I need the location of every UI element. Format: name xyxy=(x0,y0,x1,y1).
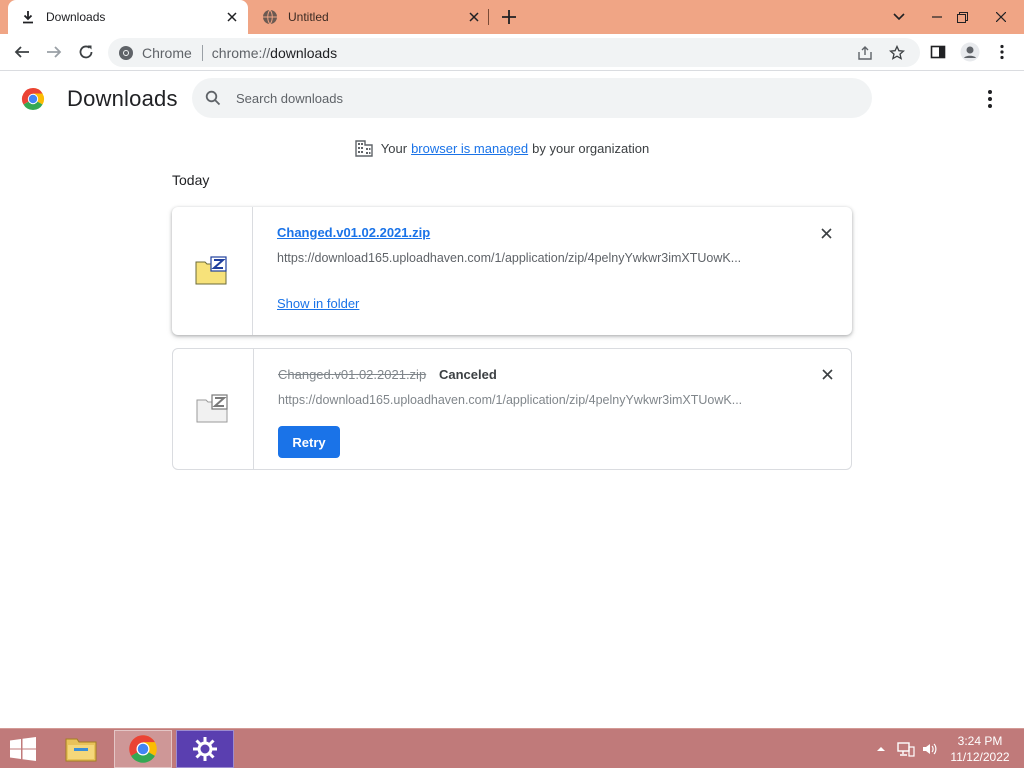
chrome-logo-icon xyxy=(21,87,45,111)
volume-icon[interactable] xyxy=(921,729,939,768)
system-clock[interactable]: 3:24 PM 11/12/2022 xyxy=(940,733,1020,765)
search-box[interactable] xyxy=(192,78,872,118)
search-icon xyxy=(204,89,222,107)
clock-time: 3:24 PM xyxy=(957,734,1003,748)
file-icon-column xyxy=(172,207,253,335)
search-input[interactable] xyxy=(236,90,836,106)
tab-title: Untitled xyxy=(288,10,329,24)
more-actions-icon[interactable] xyxy=(978,87,1002,111)
show-hidden-icons-chevron-up-icon[interactable] xyxy=(876,729,886,768)
file-explorer-icon xyxy=(65,738,97,762)
download-status-label: Canceled xyxy=(439,367,497,382)
url-scheme: chrome:// xyxy=(211,44,271,61)
tab-downloads[interactable]: Downloads xyxy=(8,0,248,34)
chrome-icon xyxy=(129,735,157,763)
restore-button[interactable] xyxy=(945,0,979,34)
download-file-name: Changed.v01.02.2021.zip xyxy=(278,367,427,382)
settings-icon xyxy=(193,737,217,761)
url-host: downloads xyxy=(270,44,338,61)
taskbar-file-explorer[interactable] xyxy=(52,730,110,768)
site-chip-label: Chrome xyxy=(142,44,192,61)
chrome-site-icon xyxy=(118,45,134,61)
download-item: Changed.v01.02.2021.zip https://download… xyxy=(172,207,852,335)
tab-strip: Downloads Untitled xyxy=(0,0,1024,34)
tab-title: Downloads xyxy=(46,10,106,24)
managed-notice: Your browser is managed by your organiza… xyxy=(0,139,1024,157)
close-window-button[interactable] xyxy=(984,0,1018,34)
browser-menu-icon[interactable] xyxy=(988,38,1016,66)
managed-suffix: by your organization xyxy=(532,140,650,156)
omnibox-divider xyxy=(201,44,203,61)
tab-close-icon[interactable] xyxy=(222,7,242,27)
globe-icon xyxy=(262,9,278,25)
tab-search-chevron-down-icon[interactable] xyxy=(882,0,916,34)
download-icon xyxy=(20,9,36,25)
back-button[interactable] xyxy=(8,38,36,66)
url-text[interactable]: chrome://downloads xyxy=(212,45,337,61)
profile-avatar-icon[interactable] xyxy=(956,38,984,66)
forward-button[interactable] xyxy=(40,38,68,66)
bookmark-star-icon[interactable] xyxy=(888,44,906,62)
share-icon[interactable] xyxy=(856,44,874,62)
download-source-url: https://download165.uploadhaven.com/1/ap… xyxy=(277,251,742,265)
windows-start-icon[interactable] xyxy=(8,737,38,761)
downloads-header: Downloads xyxy=(0,71,1024,127)
side-panel-icon[interactable] xyxy=(924,38,952,66)
browser-managed-link[interactable]: browser is managed xyxy=(411,141,528,156)
tab-close-icon[interactable] xyxy=(464,7,484,27)
download-file-link[interactable]: Changed.v01.02.2021.zip xyxy=(277,225,430,240)
date-group-label: Today xyxy=(172,172,210,188)
reload-button[interactable] xyxy=(72,38,100,66)
page-title: Downloads xyxy=(67,86,178,111)
browser-toolbar: Chrome chrome://downloads xyxy=(0,34,1024,71)
show-in-folder-link[interactable]: Show in folder xyxy=(277,296,359,311)
new-tab-button[interactable] xyxy=(497,5,521,29)
tab-untitled[interactable]: Untitled xyxy=(250,0,490,34)
taskbar-chrome[interactable] xyxy=(114,730,172,768)
clock-date: 11/12/2022 xyxy=(950,750,1010,764)
file-icon-column xyxy=(173,349,254,469)
managed-prefix: Your xyxy=(380,140,408,156)
download-item: Changed.v01.02.2021.zip Canceled https:/… xyxy=(172,348,852,470)
retry-button[interactable]: Retry xyxy=(278,426,340,458)
remove-download-close-icon[interactable] xyxy=(816,223,836,243)
tab-separator xyxy=(488,9,489,25)
download-source-url: https://download165.uploadhaven.com/1/ap… xyxy=(278,393,743,407)
zip-file-icon xyxy=(195,256,227,285)
zip-file-icon xyxy=(196,394,228,423)
network-icon[interactable] xyxy=(897,729,915,768)
building-icon xyxy=(355,140,373,157)
windows-taskbar: 3:24 PM 11/12/2022 xyxy=(0,728,1024,768)
remove-download-close-icon[interactable] xyxy=(817,364,837,384)
taskbar-settings[interactable] xyxy=(176,730,234,768)
address-bar[interactable]: Chrome chrome://downloads xyxy=(108,38,920,67)
